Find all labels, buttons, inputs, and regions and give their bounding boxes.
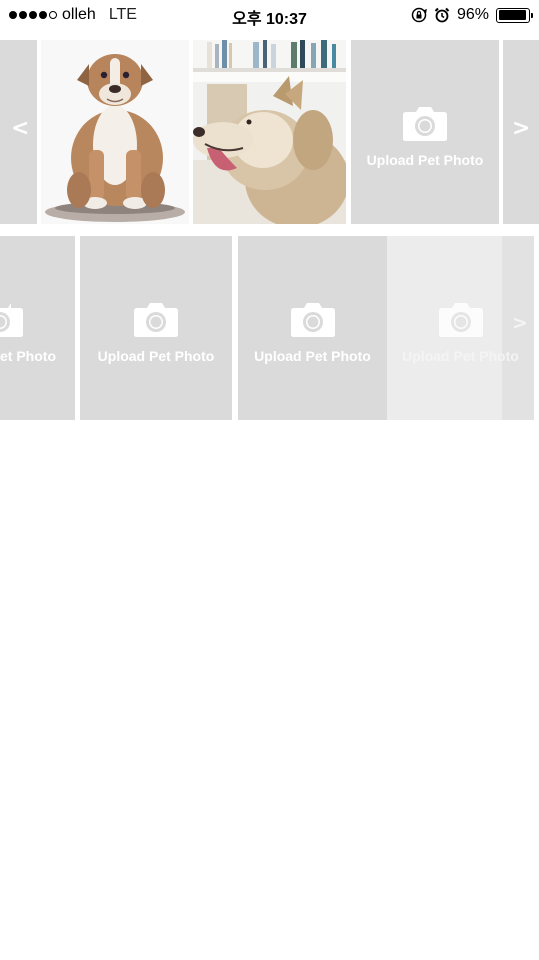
upload-pet-photo-button-partial[interactable]: et Photo — [0, 302, 75, 364]
camera-icon — [134, 303, 178, 337]
battery-fill — [498, 10, 527, 20]
status-bar-right: 96% — [411, 5, 533, 25]
camera-icon — [403, 107, 447, 141]
upload-pet-photo-label: et Photo — [0, 348, 56, 364]
carousel-next-arrow[interactable]: > — [512, 116, 530, 141]
upload-pet-photo-label: Upload Pet Photo — [254, 348, 371, 364]
upload-pet-photo-label: Upload Pet Photo — [366, 152, 484, 168]
rotation-lock-icon — [411, 7, 427, 23]
battery-icon — [496, 7, 533, 23]
carousel-next-arrow[interactable]: > — [512, 312, 528, 334]
upload-pet-photo-button[interactable]: Upload Pet Photo — [80, 302, 232, 364]
pet-photo-carousel-bottom[interactable]: et Photo Upload Pet Photo Upload Pet Pho… — [0, 236, 539, 420]
upload-pet-photo-label: Upload Pet Photo — [97, 348, 215, 364]
upload-pet-photo-button[interactable]: Upload Pet Photo — [351, 106, 499, 168]
upload-pet-photo-label: Upload Pet Photo — [402, 348, 519, 364]
puppy-photo[interactable] — [41, 40, 189, 224]
upload-pet-photo-tile[interactable]: Upload Pet Photo — [351, 40, 499, 224]
camera-icon — [290, 303, 335, 337]
status-bar: olleh LTE 오후 10:37 96% — [0, 0, 539, 30]
camera-icon — [0, 303, 23, 337]
upload-pet-photo-tile[interactable]: Upload Pet Photo — [80, 236, 232, 420]
upload-pet-photo-tile[interactable]: Upload Pet Photo — [238, 236, 387, 420]
upload-pet-photo-tile-highlighted[interactable]: Upload Pet Photo > — [387, 236, 534, 420]
upload-pet-photo-button[interactable]: Upload Pet Photo — [238, 302, 387, 364]
carousel-prev-arrow[interactable]: < — [11, 116, 29, 141]
husky-photo[interactable] — [193, 40, 346, 224]
camera-icon — [438, 303, 483, 337]
battery-percent: 96% — [456, 6, 489, 23]
alarm-icon — [434, 7, 450, 23]
husky-image — [193, 40, 346, 224]
pet-photo-carousel-top[interactable]: < Upload Pet Photo > — [0, 40, 539, 224]
puppy-image — [41, 40, 189, 224]
upload-pet-photo-tile-partial[interactable]: et Photo — [0, 236, 75, 420]
